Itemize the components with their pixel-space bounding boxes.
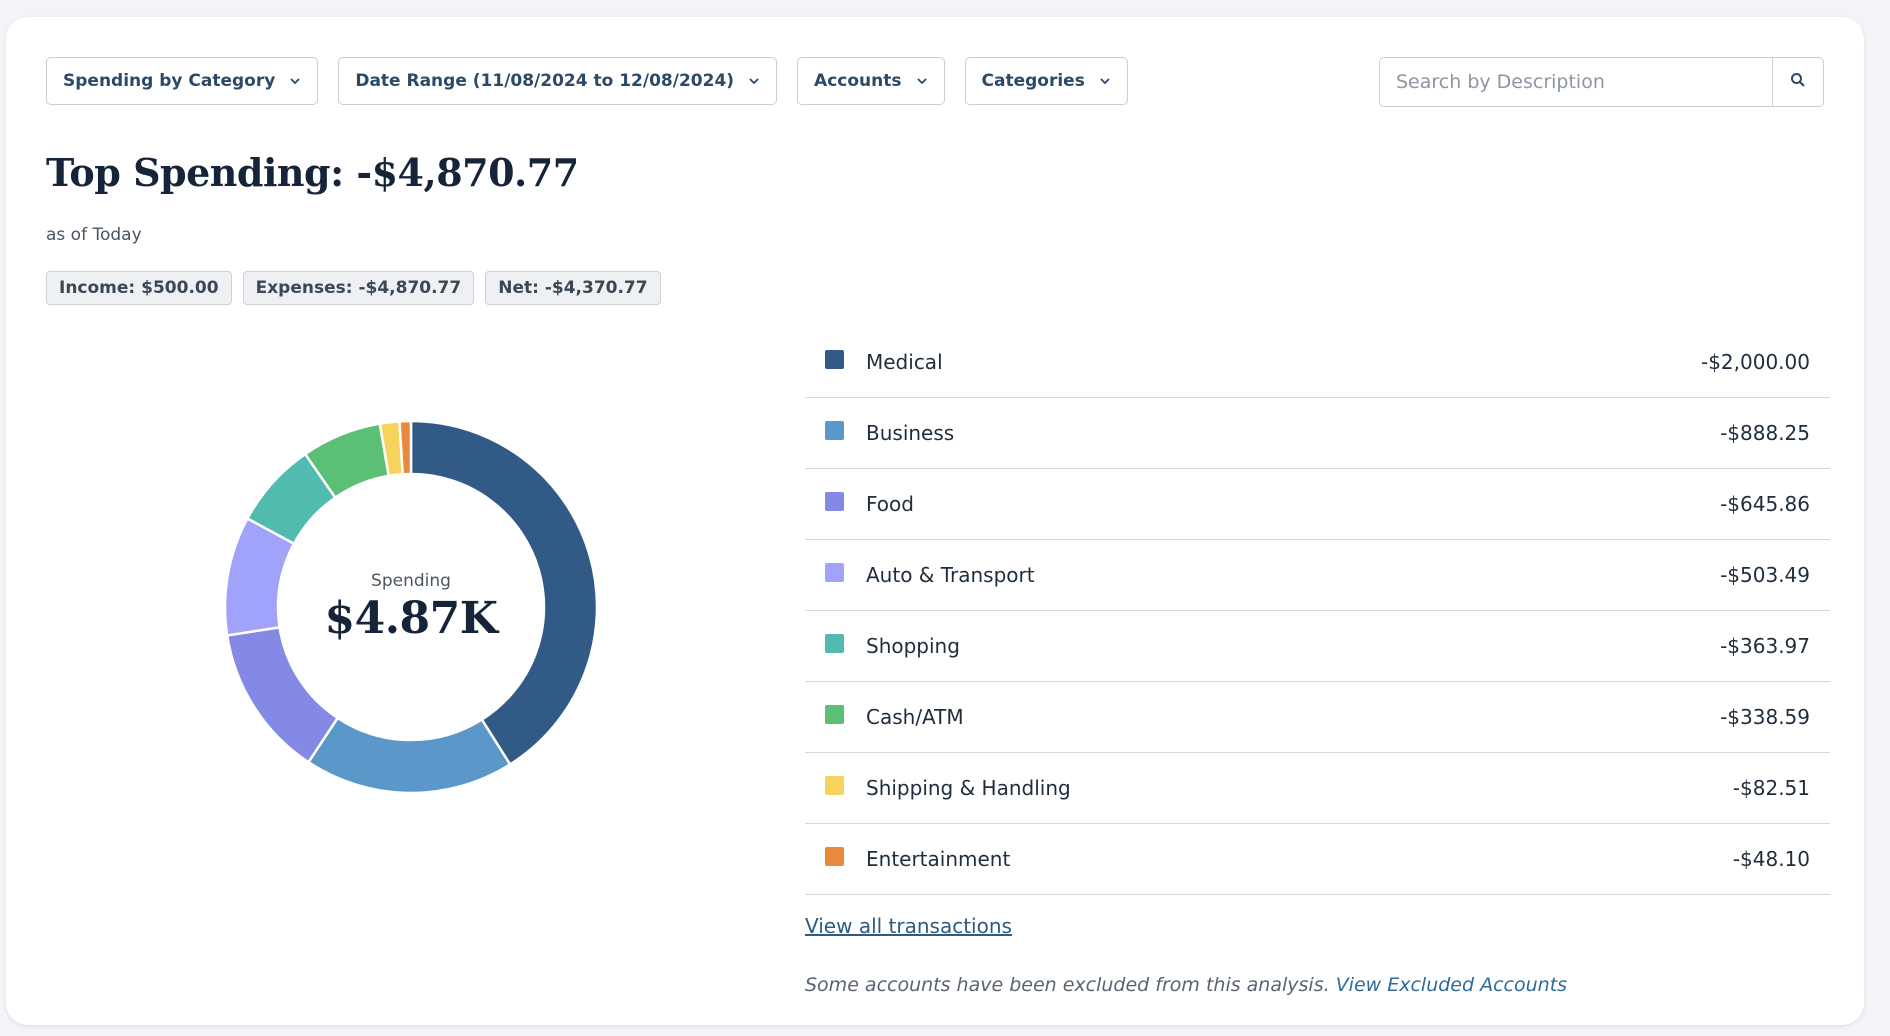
view-all-transactions-link[interactable]: View all transactions: [805, 914, 1012, 938]
donut-slice-food[interactable]: [225, 625, 340, 764]
legend-swatch: [825, 775, 844, 795]
donut-slice-medical[interactable]: [409, 419, 599, 767]
legend-amount: -$2,000.00: [1700, 350, 1810, 374]
categories-dropdown[interactable]: Categories: [964, 57, 1128, 105]
categories-label: Categories: [981, 71, 1085, 91]
spending-report-card: Spending by Category Date Range (11/08/2…: [6, 17, 1864, 1025]
legend-category-label: Entertainment: [866, 847, 1011, 871]
legend-row-food[interactable]: Food -$645.86: [805, 469, 1830, 540]
legend-row-entertainment[interactable]: Entertainment -$48.10: [805, 824, 1830, 895]
report-type-label: Spending by Category: [63, 71, 276, 91]
chevron-down-icon: [289, 75, 301, 87]
legend-row-shopping[interactable]: Shopping -$363.97: [805, 611, 1830, 682]
date-range-label: Date Range (11/08/2024 to 12/08/2024): [355, 71, 735, 91]
search-box: [1379, 57, 1824, 107]
donut-slice-business[interactable]: [306, 716, 512, 795]
view-excluded-accounts-link[interactable]: View Excluded Accounts: [1336, 974, 1567, 996]
search-button[interactable]: [1772, 58, 1823, 106]
legend-amount: -$363.97: [1720, 634, 1810, 658]
legend-swatch: [825, 704, 844, 724]
legend-category-label: Shipping & Handling: [866, 776, 1071, 800]
accounts-dropdown[interactable]: Accounts: [797, 57, 945, 105]
legend-swatch: [825, 846, 844, 866]
search-input[interactable]: [1380, 58, 1772, 106]
expenses-badge: Expenses: -$4,870.77: [242, 271, 475, 305]
page-title: Top Spending: -$4,870.77: [46, 150, 579, 195]
donut-slice-entertainment[interactable]: [398, 419, 413, 476]
spending-donut-chart: [223, 419, 599, 795]
legend-category-label: Shopping: [866, 634, 960, 658]
net-badge: Net: -$4,370.77: [485, 271, 661, 305]
filter-toolbar: Spending by Category Date Range (11/08/2…: [46, 57, 1128, 107]
legend-category-label: Auto & Transport: [866, 563, 1035, 587]
income-badge: Income: $500.00: [46, 271, 232, 305]
legend-category-label: Cash/ATM: [866, 705, 964, 729]
chevron-down-icon: [916, 75, 928, 87]
legend-row-cash-atm[interactable]: Cash/ATM -$338.59: [805, 682, 1830, 753]
excluded-accounts-note: Some accounts have been excluded from th…: [805, 974, 1567, 996]
accounts-label: Accounts: [814, 71, 902, 91]
legend-swatch: [825, 349, 844, 369]
date-range-dropdown[interactable]: Date Range (11/08/2024 to 12/08/2024): [338, 57, 778, 105]
as-of-subtitle: as of Today: [46, 225, 142, 245]
legend-swatch: [825, 420, 844, 440]
summary-pills: Income: $500.00 Expenses: -$4,870.77 Net…: [46, 271, 661, 305]
category-legend: Medical -$2,000.00 Business -$888.25 Food -$6…: [805, 327, 1830, 895]
legend-row-auto-transport[interactable]: Auto & Transport -$503.49: [805, 540, 1830, 611]
legend-amount: -$645.86: [1720, 492, 1810, 516]
legend-amount: -$82.51: [1732, 776, 1810, 800]
chevron-down-icon: [1099, 75, 1111, 87]
search-icon: [1790, 72, 1806, 92]
legend-category-label: Business: [866, 421, 955, 445]
legend-category-label: Medical: [866, 350, 943, 374]
legend-amount: -$48.10: [1732, 847, 1810, 871]
legend-amount: -$338.59: [1720, 705, 1810, 729]
legend-row-business[interactable]: Business -$888.25: [805, 398, 1830, 469]
legend-row-shipping-handling[interactable]: Shipping & Handling -$82.51: [805, 753, 1830, 824]
legend-amount: -$503.49: [1720, 563, 1810, 587]
excluded-note-text: Some accounts have been excluded from th…: [805, 974, 1330, 996]
chevron-down-icon: [748, 75, 760, 87]
legend-swatch: [825, 562, 844, 582]
legend-category-label: Food: [866, 492, 914, 516]
legend-swatch: [825, 633, 844, 653]
legend-row-medical[interactable]: Medical -$2,000.00: [805, 327, 1830, 398]
report-type-dropdown[interactable]: Spending by Category: [46, 57, 319, 105]
legend-amount: -$888.25: [1720, 421, 1810, 445]
legend-swatch: [825, 491, 844, 511]
